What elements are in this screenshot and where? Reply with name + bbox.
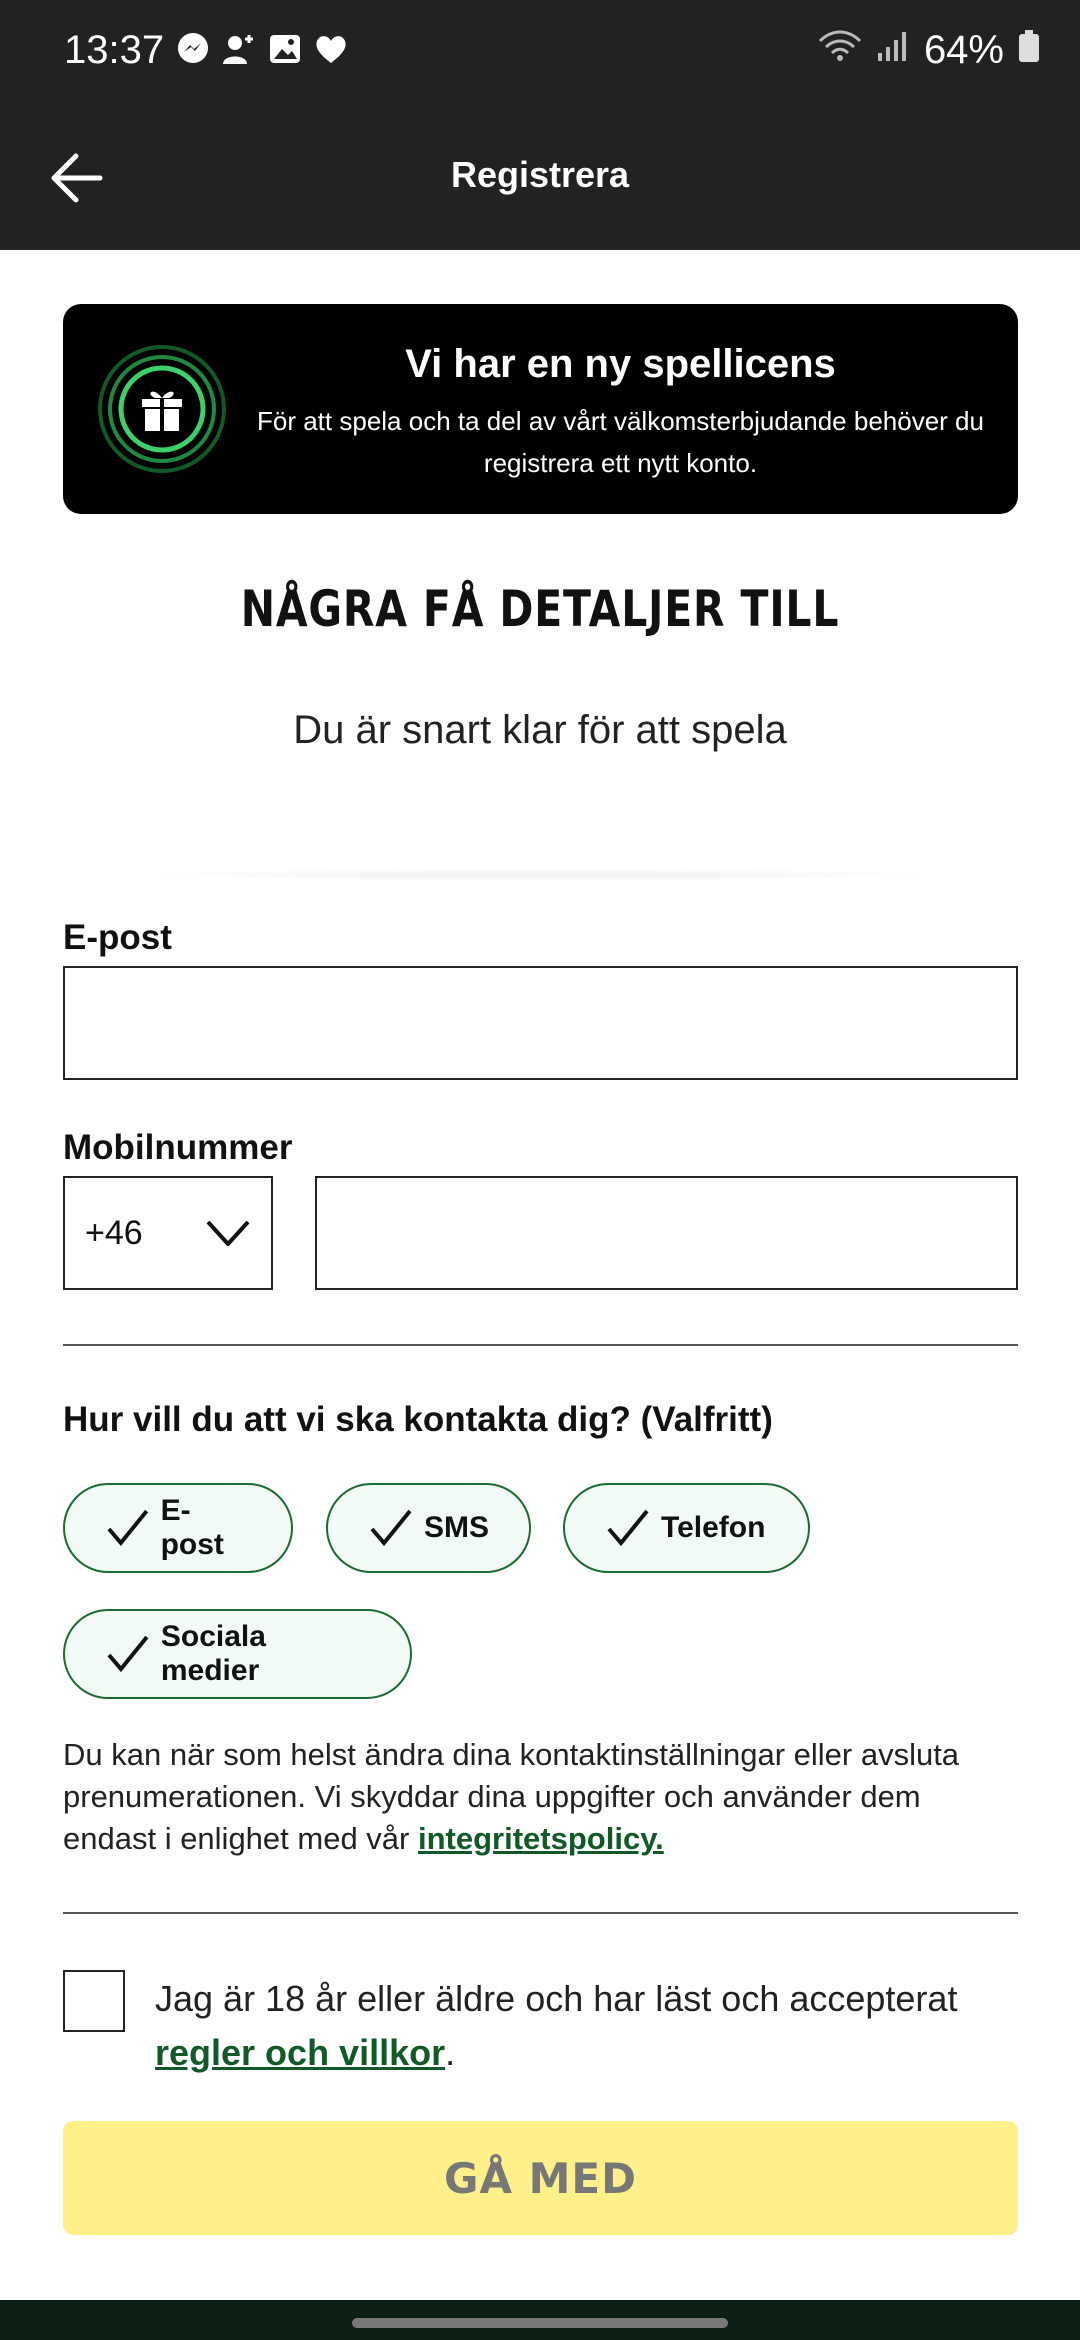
- wifi-icon: [818, 28, 862, 73]
- contact-chip-sms[interactable]: SMS: [326, 1483, 531, 1573]
- terms-link[interactable]: regler och villkor: [155, 2032, 445, 2073]
- gift-icon: [97, 344, 227, 474]
- banner-title: Vi har en ny spellicens: [405, 342, 836, 386]
- terms-text: Jag är 18 år eller äldre och har läst oc…: [155, 1978, 958, 2019]
- page-title: Registrera: [450, 154, 630, 195]
- phone-label: Mobilnummer: [63, 1128, 293, 1167]
- signal-icon: [876, 28, 910, 73]
- privacy-policy-link[interactable]: integritetspolicy.: [418, 1821, 664, 1856]
- section-subheading: Du är snart klar för att spela: [293, 708, 787, 752]
- divider: [63, 1344, 1018, 1346]
- system-nav-bar: [0, 2300, 1080, 2340]
- license-banner: Vi har en ny spellicens För att spela oc…: [63, 304, 1018, 514]
- status-bar: 13:37 64%: [0, 0, 1080, 110]
- chevron-down-icon: [206, 1220, 250, 1246]
- gallery-icon: [268, 32, 302, 66]
- battery-percent: 64%: [923, 28, 1004, 72]
- terms-text-block: Jag är 18 år eller äldre och har läst oc…: [155, 1972, 1020, 2080]
- status-time: 13:37: [64, 28, 165, 72]
- email-field[interactable]: [63, 966, 1018, 1080]
- add-contact-icon: [222, 32, 256, 66]
- system-indicators: 64%: [818, 28, 1040, 73]
- join-button[interactable]: GÅ MED: [63, 2121, 1018, 2235]
- banner-text: För att spela och ta del av vårt välkoms…: [257, 406, 984, 478]
- divider: [63, 1912, 1018, 1914]
- contact-chip-email[interactable]: E-post: [63, 1483, 293, 1573]
- chip-label: Sociala medier: [160, 1620, 266, 1687]
- terms-suffix: .: [445, 2032, 456, 2073]
- divider-shadow: [110, 868, 970, 882]
- country-code-value: +46: [85, 1213, 143, 1252]
- email-label: E-post: [63, 918, 172, 957]
- checkmark-icon: [107, 1635, 149, 1673]
- section-heading: NÅGRA FÅ DETALJER TILL: [240, 580, 840, 638]
- checkmark-icon: [370, 1509, 412, 1547]
- contact-chip-phone[interactable]: Telefon: [563, 1483, 810, 1573]
- messenger-icon: [176, 32, 210, 66]
- battery-icon: [1018, 28, 1040, 73]
- checkmark-icon: [107, 1509, 149, 1546]
- home-gesture-handle[interactable]: [352, 2318, 728, 2328]
- country-code-select[interactable]: +46: [63, 1176, 273, 1290]
- checkmark-icon: [607, 1509, 649, 1547]
- chip-label: SMS: [424, 1511, 490, 1544]
- notification-icons: [176, 32, 348, 66]
- phone-field[interactable]: [315, 1176, 1018, 1290]
- app-bar: Registrera: [0, 110, 1080, 250]
- contact-chip-social[interactable]: Sociala medier: [63, 1609, 412, 1699]
- contact-question: Hur vill du att vi ska kontakta dig? (Va…: [63, 1400, 773, 1439]
- chip-label: E-post: [160, 1494, 224, 1561]
- terms-checkbox[interactable]: [63, 1970, 125, 2032]
- chip-label: Telefon: [661, 1511, 766, 1544]
- privacy-notice: Du kan när som helst ändra dina kontakti…: [63, 1734, 1020, 1860]
- heart-icon: [314, 32, 348, 66]
